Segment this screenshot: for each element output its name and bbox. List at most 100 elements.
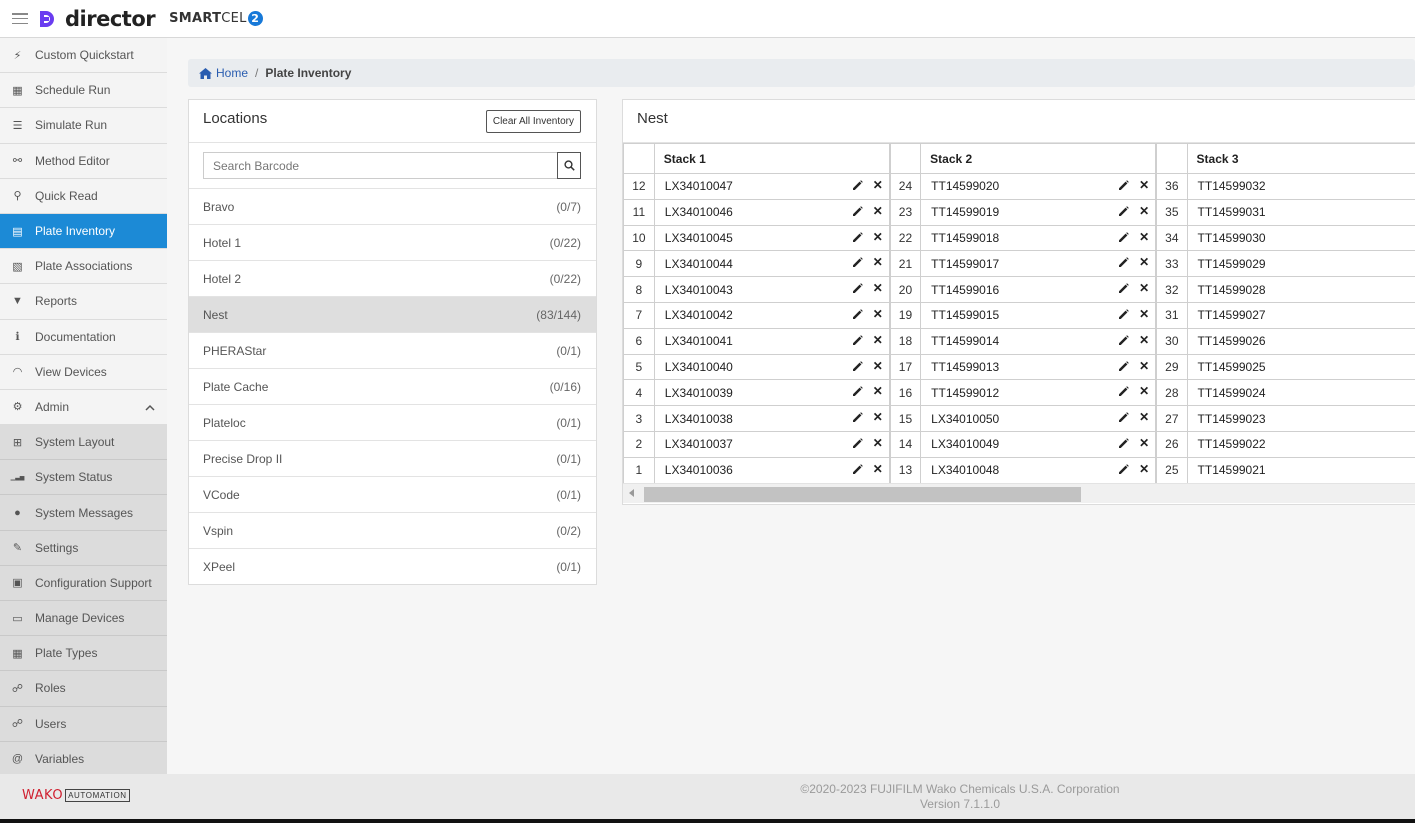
location-item-bravo[interactable]: Bravo (0/7) xyxy=(189,189,596,225)
slot-cell[interactable]: TT14599019 ✕ xyxy=(920,198,1158,226)
slot-cell[interactable]: TT14599026 xyxy=(1186,327,1415,355)
location-item-xpeel[interactable]: XPeel (0/1) xyxy=(189,549,596,585)
slot-cell[interactable]: TT14599013 ✕ xyxy=(920,353,1158,381)
sidebar-item-reports[interactable]: ▼ Reports xyxy=(0,284,167,320)
pencil-icon[interactable] xyxy=(1118,283,1129,294)
sidebar-item-custom-quickstart[interactable]: ⚡ Custom Quickstart xyxy=(0,38,167,74)
sidebar-item-users[interactable]: ☍ Users xyxy=(0,706,167,742)
slot-cell[interactable]: LX34010050 ✕ xyxy=(920,405,1158,432)
sidebar-item-manage-devices[interactable]: ▭ Manage Devices xyxy=(0,601,167,637)
sidebar-item-system-messages[interactable]: ● System Messages xyxy=(0,495,167,531)
remove-icon[interactable]: ✕ xyxy=(873,334,883,346)
sidebar-item-method-editor[interactable]: ⚯ Method Editor xyxy=(0,143,167,179)
slot-cell[interactable]: TT14599031 xyxy=(1186,198,1415,226)
slot-cell[interactable]: LX34010046 ✕ xyxy=(653,198,891,226)
pencil-icon[interactable] xyxy=(852,360,863,372)
location-item-vspin[interactable]: Vspin (0/2) xyxy=(189,513,596,549)
location-item-precise-drop-ii[interactable]: Precise Drop II (0/1) xyxy=(189,441,596,477)
remove-icon[interactable]: ✕ xyxy=(1139,385,1149,397)
sidebar-item-system-layout[interactable]: ⊞ System Layout xyxy=(0,425,167,461)
pencil-icon[interactable] xyxy=(852,463,863,475)
sidebar-item-configuration-support[interactable]: ▣ Configuration Support xyxy=(0,565,167,601)
pencil-icon[interactable] xyxy=(1118,438,1129,449)
pencil-icon[interactable] xyxy=(852,257,863,268)
slot-cell[interactable]: TT14599028 xyxy=(1186,276,1415,303)
remove-icon[interactable]: ✕ xyxy=(873,282,883,294)
slot-cell[interactable]: LX34010049 ✕ xyxy=(920,430,1158,458)
remove-icon[interactable]: ✕ xyxy=(873,411,883,423)
sidebar-item-plate-types[interactable]: ▦ Plate Types xyxy=(0,636,167,672)
slot-cell[interactable]: TT14599021 xyxy=(1186,456,1415,483)
pencil-icon[interactable] xyxy=(852,180,863,191)
pencil-icon[interactable] xyxy=(1118,309,1129,320)
slot-cell[interactable]: TT14599017 ✕ xyxy=(920,250,1158,278)
remove-icon[interactable]: ✕ xyxy=(1139,256,1149,268)
location-item-plate-cache[interactable]: Plate Cache (0/16) xyxy=(189,369,596,405)
pencil-icon[interactable] xyxy=(1118,180,1129,191)
remove-icon[interactable]: ✕ xyxy=(873,463,883,475)
remove-icon[interactable]: ✕ xyxy=(1139,308,1149,320)
pencil-icon[interactable] xyxy=(852,412,863,423)
slot-cell[interactable]: LX34010037 ✕ xyxy=(653,430,891,458)
slot-cell[interactable]: TT14599024 xyxy=(1186,379,1415,407)
remove-icon[interactable]: ✕ xyxy=(1139,437,1149,449)
pencil-icon[interactable] xyxy=(1118,334,1129,346)
pencil-icon[interactable] xyxy=(1118,257,1129,268)
clear-all-inventory-button[interactable]: Clear All Inventory xyxy=(485,110,581,133)
slot-cell[interactable]: LX34010048 ✕ xyxy=(920,456,1158,483)
remove-icon[interactable]: ✕ xyxy=(873,385,883,397)
scroll-left-arrow-icon[interactable] xyxy=(629,489,634,497)
slot-cell[interactable]: TT14599016 ✕ xyxy=(920,276,1158,303)
location-item-vcode[interactable]: VCode (0/1) xyxy=(189,477,596,513)
remove-icon[interactable]: ✕ xyxy=(873,308,883,320)
pencil-icon[interactable] xyxy=(852,231,863,243)
pencil-icon[interactable] xyxy=(852,334,863,346)
slot-cell[interactable]: TT14599023 xyxy=(1186,405,1415,432)
remove-icon[interactable]: ✕ xyxy=(1139,179,1149,191)
horizontal-scrollbar[interactable] xyxy=(623,483,1415,503)
nest-grid[interactable]: Stack 1 Stack 2 Stack 3 12 LX34010047 ✕ 24 TT14… xyxy=(623,143,1415,483)
slot-cell[interactable]: LX34010042 ✕ xyxy=(653,301,891,329)
search-barcode-input[interactable] xyxy=(203,152,557,179)
slot-cell[interactable]: TT14599027 xyxy=(1186,301,1415,329)
location-item-plateloc[interactable]: Plateloc (0/1) xyxy=(189,405,596,441)
remove-icon[interactable]: ✕ xyxy=(873,205,883,217)
remove-icon[interactable]: ✕ xyxy=(1139,205,1149,217)
slot-cell[interactable]: TT14599030 xyxy=(1186,224,1415,252)
pencil-icon[interactable] xyxy=(852,438,863,449)
slot-cell[interactable]: TT14599018 ✕ xyxy=(920,224,1158,252)
slot-cell[interactable]: LX34010047 ✕ xyxy=(653,173,891,200)
director-logo[interactable]: director xyxy=(40,7,156,31)
slot-cell[interactable]: LX34010041 ✕ xyxy=(653,327,891,355)
slot-cell[interactable]: TT14599014 ✕ xyxy=(920,327,1158,355)
sidebar-item-variables[interactable]: @ Variables xyxy=(0,741,167,774)
sidebar-item-plate-associations[interactable]: ▧ Plate Associations xyxy=(0,249,167,285)
slot-cell[interactable]: LX34010043 ✕ xyxy=(653,276,891,303)
slot-cell[interactable]: LX34010045 ✕ xyxy=(653,224,891,252)
remove-icon[interactable]: ✕ xyxy=(1139,360,1149,372)
remove-icon[interactable]: ✕ xyxy=(1139,231,1149,243)
slot-cell[interactable]: TT14599015 ✕ xyxy=(920,301,1158,329)
pencil-icon[interactable] xyxy=(852,205,863,217)
sidebar-item-quick-read[interactable]: ⚲ Quick Read xyxy=(0,178,167,214)
sidebar-item-view-devices[interactable]: ◠ View Devices xyxy=(0,354,167,390)
hamburger-menu-icon[interactable] xyxy=(12,13,28,24)
pencil-icon[interactable] xyxy=(1118,360,1129,372)
slot-cell[interactable]: TT14599020 ✕ xyxy=(920,173,1158,200)
remove-icon[interactable]: ✕ xyxy=(1139,411,1149,423)
location-item-hotel-2[interactable]: Hotel 2 (0/22) xyxy=(189,261,596,297)
remove-icon[interactable]: ✕ xyxy=(1139,334,1149,346)
pencil-icon[interactable] xyxy=(852,283,863,294)
remove-icon[interactable]: ✕ xyxy=(873,231,883,243)
pencil-icon[interactable] xyxy=(1118,463,1129,475)
location-item-nest[interactable]: Nest (83/144) xyxy=(189,297,596,333)
scrollbar-thumb[interactable] xyxy=(644,487,1081,502)
slot-cell[interactable]: TT14599022 xyxy=(1186,430,1415,458)
pencil-icon[interactable] xyxy=(852,386,863,397)
search-button[interactable] xyxy=(557,152,581,179)
slot-cell[interactable]: TT14599012 ✕ xyxy=(920,379,1158,407)
pencil-icon[interactable] xyxy=(1118,205,1129,217)
sidebar-item-system-status[interactable]: ▁▃▅ System Status xyxy=(0,460,167,496)
location-item-hotel-1[interactable]: Hotel 1 (0/22) xyxy=(189,225,596,261)
sidebar-item-roles[interactable]: ☍ Roles xyxy=(0,671,167,707)
